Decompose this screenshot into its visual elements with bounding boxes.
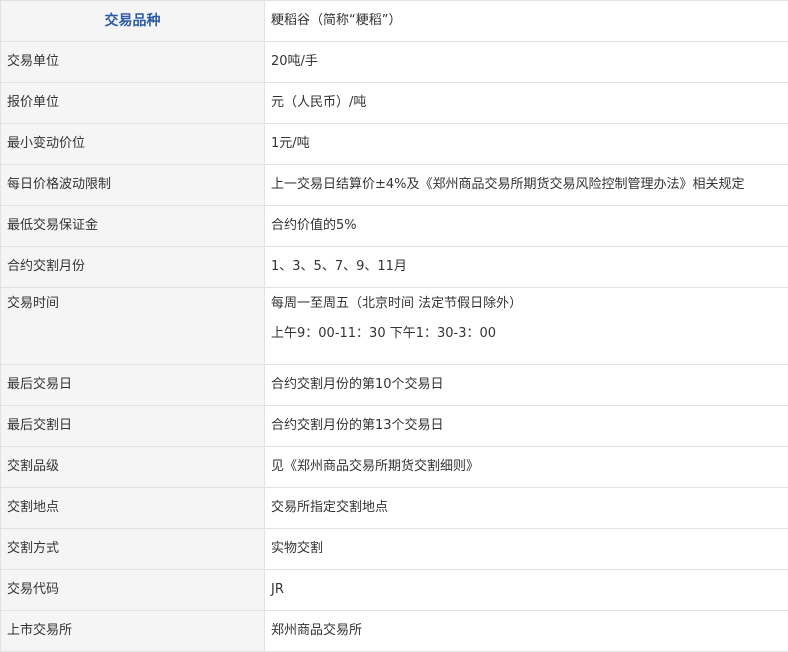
row-value: 1、3、5、7、9、11月 — [265, 247, 788, 288]
row-label: 最小变动价位 — [1, 124, 265, 165]
row-delivery-location: 交割地点 交易所指定交割地点 — [1, 488, 788, 529]
row-label: 交易品种 — [1, 1, 265, 42]
row-margin: 最低交易保证金 合约价值的5% — [1, 206, 788, 247]
row-label: 最后交易日 — [1, 365, 265, 406]
row-value: 上一交易日结算价±4%及《郑州商品交易所期货交易风险控制管理办法》相关规定 — [265, 165, 788, 206]
row-label: 交割地点 — [1, 488, 265, 529]
row-value: 每周一至周五（北京时间 法定节假日除外） 上午9：00-11：30 下午1：30… — [265, 288, 788, 365]
row-label: 最后交割日 — [1, 406, 265, 447]
row-value: 20吨/手 — [265, 42, 788, 83]
row-value: 合约交割月份的第13个交易日 — [265, 406, 788, 447]
row-value: 合约交割月份的第10个交易日 — [265, 365, 788, 406]
row-delivery-method: 交割方式 实物交割 — [1, 529, 788, 570]
row-value: 元（人民币）/吨 — [265, 83, 788, 124]
row-label: 上市交易所 — [1, 611, 265, 652]
row-exchange: 上市交易所 郑州商品交易所 — [1, 611, 788, 652]
trading-days-text: 每周一至周五（北京时间 法定节假日除外） — [271, 296, 522, 311]
row-label: 交易单位 — [1, 42, 265, 83]
row-label: 最低交易保证金 — [1, 206, 265, 247]
row-value: 郑州商品交易所 — [265, 611, 788, 652]
trading-sessions-text: 上午9：00-11：30 下午1：30-3：00 — [271, 324, 782, 344]
row-tick-size: 最小变动价位 1元/吨 — [1, 124, 788, 165]
row-value: 合约价值的5% — [265, 206, 788, 247]
row-price-limit: 每日价格波动限制 上一交易日结算价±4%及《郑州商品交易所期货交易风险控制管理办… — [1, 165, 788, 206]
row-delivery-grade: 交割品级 见《郑州商品交易所期货交割细则》 — [1, 447, 788, 488]
row-product: 交易品种 粳稻谷（简称“粳稻”） — [1, 1, 788, 42]
row-trading-unit: 交易单位 20吨/手 — [1, 42, 788, 83]
row-label: 交易时间 — [1, 288, 265, 365]
contract-spec-table: 交易品种 粳稻谷（简称“粳稻”） 交易单位 20吨/手 报价单位 元（人民币）/… — [0, 0, 788, 652]
row-value: 1元/吨 — [265, 124, 788, 165]
row-value: 见《郑州商品交易所期货交割细则》 — [265, 447, 788, 488]
row-delivery-months: 合约交割月份 1、3、5、7、9、11月 — [1, 247, 788, 288]
row-value: 粳稻谷（简称“粳稻”） — [265, 1, 788, 42]
row-label: 合约交割月份 — [1, 247, 265, 288]
row-label: 交易代码 — [1, 570, 265, 611]
row-label: 报价单位 — [1, 83, 265, 124]
row-label: 每日价格波动限制 — [1, 165, 265, 206]
row-last-trading-day: 最后交易日 合约交割月份的第10个交易日 — [1, 365, 788, 406]
row-value: 交易所指定交割地点 — [265, 488, 788, 529]
row-label: 交割方式 — [1, 529, 265, 570]
row-label: 交割品级 — [1, 447, 265, 488]
row-last-delivery-day: 最后交割日 合约交割月份的第13个交易日 — [1, 406, 788, 447]
row-value: JR — [265, 570, 788, 611]
row-value: 实物交割 — [265, 529, 788, 570]
row-quote-unit: 报价单位 元（人民币）/吨 — [1, 83, 788, 124]
row-trading-hours: 交易时间 每周一至周五（北京时间 法定节假日除外） 上午9：00-11：30 下… — [1, 288, 788, 365]
row-trading-code: 交易代码 JR — [1, 570, 788, 611]
